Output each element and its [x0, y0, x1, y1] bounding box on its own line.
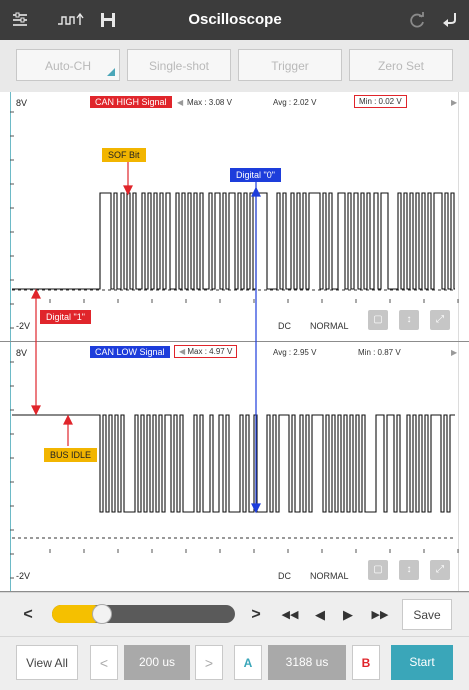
ch1-digital1-tag: Digital "1" [40, 310, 91, 324]
ch2-coupling: DC [278, 571, 291, 581]
slider-next-button[interactable]: > [246, 601, 266, 629]
ch2-bus-idle-tag: BUS IDLE [44, 448, 98, 462]
ch2-color-icon[interactable]: ▢ [368, 560, 388, 580]
ch1-digital0-tag: Digital "0" [230, 168, 281, 182]
position-slider[interactable] [52, 604, 235, 624]
autoch-button[interactable]: Auto-CH [16, 49, 120, 81]
rewind-icon[interactable]: ◀◀ [278, 601, 302, 629]
cursor-a-button[interactable]: A [234, 645, 262, 680]
ch2-updown-icon[interactable]: ↕ [399, 560, 419, 580]
ch1-updown-icon[interactable]: ↕ [399, 310, 419, 330]
ch1-sof-tag: SOF Bit [102, 148, 146, 162]
timebase-decrease-button[interactable]: < [90, 645, 118, 680]
channel2-scope[interactable]: 8V -2V CAN LOW Signal ◀ Max : 4.97 V Avg… [0, 342, 469, 592]
ch2-expand-icon[interactable]: ⤢ [430, 560, 450, 580]
timebase-value: 200 us [124, 645, 190, 680]
fast-forward-icon[interactable]: ▶▶ [368, 601, 392, 629]
cursor-delta-value: 3188 us [268, 645, 346, 680]
ch1-next-icon[interactable]: ▶ [451, 98, 457, 107]
ch2-min: Min : 0.87 V [358, 348, 401, 357]
trigger-button[interactable]: Trigger [238, 49, 342, 81]
ch1-min: Min : 0.02 V [354, 95, 407, 108]
ch2-next-icon[interactable]: ▶ [451, 348, 457, 357]
navigation-bar: < > ◀◀ ◀ ▶ ▶▶ Save [0, 592, 469, 637]
slider-knob[interactable] [92, 604, 113, 624]
slider-prev-button[interactable]: < [16, 601, 40, 629]
ch1-expand-icon[interactable]: ⤢ [430, 310, 450, 330]
save-icon[interactable] [96, 9, 120, 31]
ch1-waveform [10, 111, 459, 329]
ch1-mode: NORMAL [310, 321, 349, 331]
cursor-b-button[interactable]: B [352, 645, 380, 680]
page-title: Oscilloscope [188, 11, 282, 28]
channel1-scope[interactable]: 8V -2V CAN HIGH Signal ◀ Max : 3.08 V Av… [0, 92, 469, 342]
ch2-max-box: ◀ Max : 4.97 V [174, 345, 238, 358]
start-button[interactable]: Start [391, 645, 453, 680]
ch2-max: Max : 4.97 V [187, 347, 233, 356]
ch2-mode: NORMAL [310, 571, 349, 581]
ch2-waveform [10, 361, 459, 579]
save-button[interactable]: Save [402, 599, 452, 630]
play-icon[interactable]: ▶ [338, 601, 358, 629]
ch2-ymin-label: -2V [16, 571, 31, 581]
waveform-icon[interactable] [56, 9, 88, 31]
ch1-ymax-label: 8V [16, 98, 28, 108]
back-icon[interactable] [438, 9, 462, 31]
view-all-button[interactable]: View All [16, 645, 78, 680]
menu-icon[interactable] [8, 9, 32, 31]
ch1-ymin-label: -2V [16, 321, 31, 331]
ch2-avg: Avg : 2.95 V [273, 348, 317, 357]
zero-set-button[interactable]: Zero Set [349, 49, 453, 81]
ch1-signal-label: CAN HIGH Signal [90, 96, 172, 108]
ch1-color-icon[interactable]: ▢ [368, 310, 388, 330]
refresh-icon[interactable] [405, 9, 429, 31]
ch1-prev-icon[interactable]: ◀ [177, 98, 183, 107]
bottom-control-bar: View All < 200 us > A 3188 us B Start [0, 636, 469, 690]
single-shot-button[interactable]: Single-shot [127, 49, 231, 81]
timebase-increase-button[interactable]: > [195, 645, 223, 680]
autoch-label: Auto-CH [44, 59, 91, 73]
ch1-max: Max : 3.08 V [187, 98, 232, 107]
ch2-signal-label: CAN LOW Signal [90, 346, 170, 358]
ch2-ymax-label: 8V [16, 348, 28, 358]
step-back-icon[interactable]: ◀ [310, 601, 330, 629]
corner-indicator-icon [107, 68, 115, 76]
mode-bar: Auto-CH Single-shot Trigger Zero Set [0, 40, 469, 93]
title-bar: Oscilloscope [0, 0, 469, 40]
ch1-avg: Avg : 2.02 V [273, 98, 317, 107]
ch1-coupling: DC [278, 321, 291, 331]
